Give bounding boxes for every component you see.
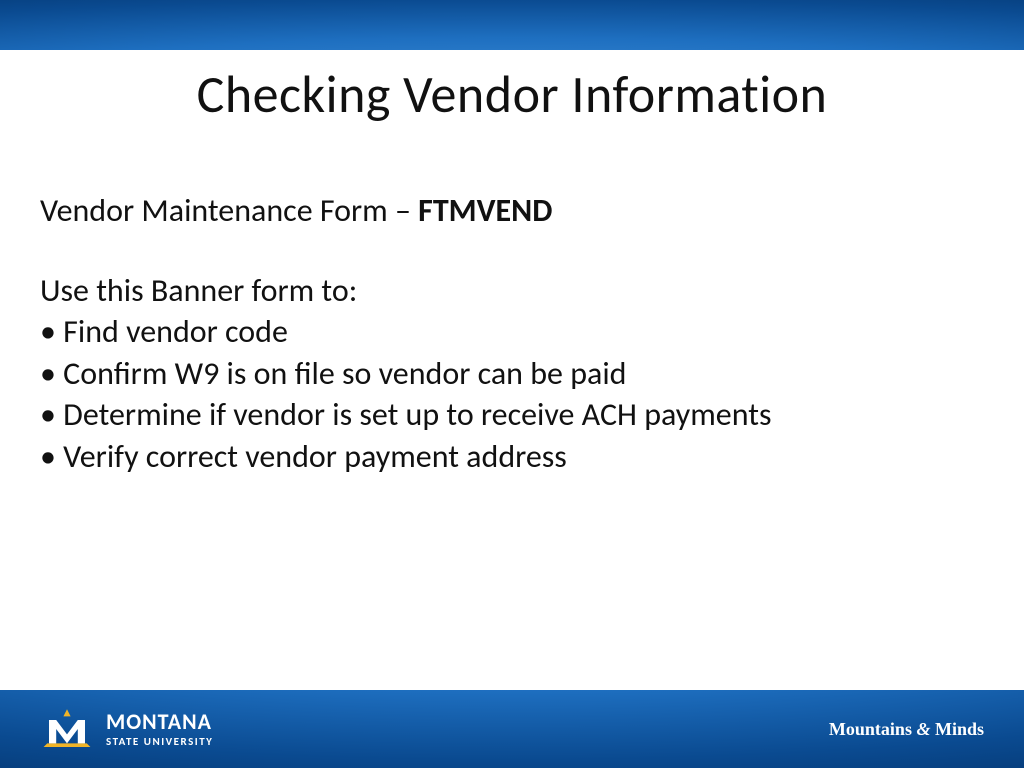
slide-title: Checking Vendor Information: [0, 62, 1024, 126]
tagline-part-a: Mountains: [829, 719, 917, 739]
footer-tagline: Mountains & Minds: [829, 719, 984, 740]
footer-logo-text: MONTANA STATE UNIVERSITY: [106, 711, 213, 747]
logo-main-text: MONTANA: [106, 711, 213, 733]
list-item: Verify correct vendor payment address: [40, 436, 984, 478]
intro-text: Use this Banner form to:: [40, 270, 984, 312]
tagline-ampersand: &: [916, 719, 930, 739]
logo-sub-text: STATE UNIVERSITY: [106, 736, 213, 747]
form-line: Vendor Maintenance Form – FTMVEND: [40, 190, 984, 232]
list-item: Determine if vendor is set up to receive…: [40, 394, 984, 436]
list-item: Confirm W9 is on file so vendor can be p…: [40, 353, 984, 395]
slide-body: Vendor Maintenance Form – FTMVEND Use th…: [40, 190, 984, 478]
tagline-part-b: Minds: [930, 719, 984, 739]
msu-m-icon: [40, 707, 94, 751]
footer-band: MONTANA STATE UNIVERSITY Mountains & Min…: [0, 690, 1024, 768]
form-code: FTMVEND: [418, 191, 552, 230]
top-decorative-band: [0, 0, 1024, 50]
bullet-list: Find vendor code Confirm W9 is on file s…: [40, 311, 984, 477]
list-item: Find vendor code: [40, 311, 984, 353]
form-line-prefix: Vendor Maintenance Form –: [40, 191, 418, 230]
footer-logo: MONTANA STATE UNIVERSITY: [40, 707, 213, 751]
slide: Checking Vendor Information Vendor Maint…: [0, 0, 1024, 768]
